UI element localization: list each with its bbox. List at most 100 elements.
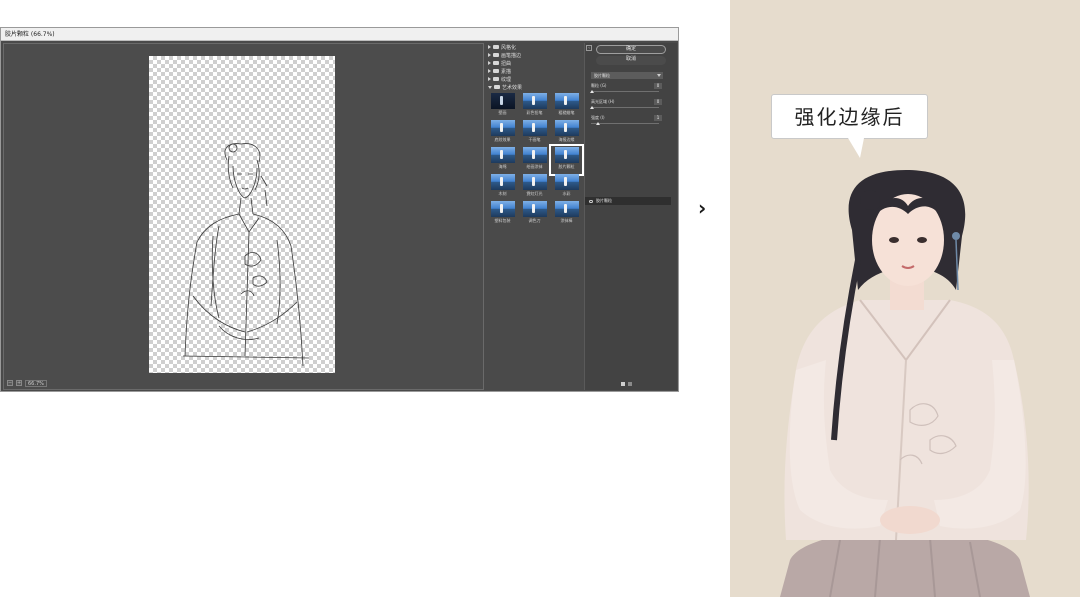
portrait-illustration [780,170,1030,597]
zoom-out-button[interactable]: − [7,380,13,386]
param-slider-track[interactable] [591,91,659,92]
filter-thumb-label: 底纹效果 [494,137,511,142]
window-title: 胶片颗粒 (66.7%) [1,28,678,41]
triangle-right-icon [488,69,491,73]
effect-layer-row[interactable]: 胶片颗粒 [585,197,671,205]
filter-preview-image [554,120,579,136]
filter-preview-image [554,147,579,163]
zoom-controls: − + 66.7% [7,379,47,387]
filter-category[interactable]: 风格化 [486,43,581,51]
filter-preview-image [522,93,547,109]
filter-thumb-label: 涂抹棒 [560,218,573,223]
param-value-input[interactable]: 1 [654,115,662,121]
filter-preview-image [522,147,547,163]
param-value-input[interactable]: 0 [654,83,662,89]
caption-bubble: 强化边缘后 [771,94,928,139]
filter-category[interactable]: 纹理 [486,75,581,83]
filter-category-label: 素描 [501,68,512,75]
preview-area[interactable]: − + 66.7% [3,43,484,390]
filter-category[interactable]: 艺术效果 [486,83,581,91]
filter-thumb[interactable]: 海绵 [488,147,517,173]
filter-thumb[interactable]: 绘画涂抹 [520,147,549,173]
param-value-input[interactable]: 0 [654,99,662,105]
line-sketch-figure [182,143,310,367]
filter-preview-image [522,174,547,190]
filter-preview-image [522,120,547,136]
filter-category-label: 风格化 [501,44,517,51]
filter-preview-image [554,93,579,109]
param-slider-knob[interactable] [590,90,595,93]
filter-thumb[interactable]: 底纹效果 [488,120,517,146]
filter-gallery-window: 胶片颗粒 (66.7%) − + 66.7% 风格化 画笔描边 扭曲 素描 纹理… [0,27,679,392]
caption-bubble-tail [848,138,864,158]
filter-thumb[interactable]: 塑料包装 [488,201,517,227]
filter-category-label: 艺术效果 [502,84,523,91]
folder-icon [493,77,499,81]
filter-thumb[interactable]: 海报边缘 [552,120,581,146]
folder-icon [493,45,499,49]
filter-preview-image [490,201,515,217]
triangle-right-icon [488,61,491,65]
param-slider-knob[interactable] [590,106,595,109]
effect-layer-name: 胶片颗粒 [596,198,612,203]
filter-thumb[interactable]: 木刻 [488,174,517,200]
triangle-right-icon [488,53,491,57]
filter-preview-image [490,174,515,190]
filter-thumb[interactable]: 粗糙蜡笔 [552,93,581,119]
chevron-right-icon: › [698,196,707,220]
delete-effect-layer-icon[interactable] [628,382,632,386]
filter-category-label: 画笔描边 [501,52,522,59]
filter-category-list: 风格化 画笔描边 扭曲 素描 纹理 艺术效果 [486,43,581,91]
filter-thumb-label: 海绵 [498,164,507,169]
filter-thumb[interactable]: 胶片颗粒 [549,144,584,176]
filter-thumb[interactable]: 霓虹灯光 [520,174,549,200]
filter-thumb-label: 木刻 [498,191,507,196]
filter-preview-image [522,201,547,217]
zoom-in-button[interactable]: + [16,380,22,386]
layer-buttons [621,382,632,386]
eye-icon[interactable] [589,199,593,203]
filter-thumb[interactable]: 干画笔 [520,120,549,146]
filter-category-label: 扭曲 [501,60,512,67]
filter-thumb-label: 水彩 [562,191,571,196]
filter-param: 高光区域 (H) 0 [590,99,666,113]
filter-thumbnail-grid: 壁画 彩色铅笔 粗糙蜡笔底纹效果 干画笔 海报边缘海绵 绘画涂抹 胶片颗粒木刻 霓虹灯光 水彩塑… [488,93,584,227]
filter-thumb[interactable]: 涂抹棒 [552,201,581,227]
collapse-toggle-icon[interactable]: ‹ [586,45,592,51]
triangle-right-icon [488,77,491,81]
filter-thumb[interactable]: 调色刀 [520,201,549,227]
folder-icon [493,53,499,57]
filter-select-dropdown[interactable]: 胶片颗粒 [591,72,663,79]
triangle-down-icon [488,85,492,89]
zoom-level[interactable]: 66.7% [25,379,47,387]
param-slider-track[interactable] [591,123,659,124]
folder-icon [493,69,499,73]
folder-icon [494,85,500,89]
ok-button[interactable]: 确定 [596,45,666,54]
chevron-down-icon [657,74,661,77]
filter-category[interactable]: 画笔描边 [486,51,581,59]
filter-thumb-label: 壁画 [498,110,507,115]
new-effect-layer-icon[interactable] [621,382,625,386]
filter-thumb-label: 调色刀 [528,218,541,223]
filter-preview-image [554,201,579,217]
filter-category[interactable]: 素描 [486,67,581,75]
filter-category[interactable]: 扭曲 [486,59,581,67]
cancel-button[interactable]: 取消 [596,56,666,65]
filter-list-panel: 风格化 画笔描边 扭曲 素描 纹理 艺术效果 壁画 彩色铅笔 粗糙蜡笔底纹效果 干画笔 海报边缘海… [486,43,584,390]
filter-settings-panel: ‹ 确定 取消 胶片颗粒 颗粒 (G) 0 高光区域 (H) 0 强度 (I) 1 胶片颗… [584,43,677,390]
preview-canvas [149,56,335,373]
filter-thumb-label: 彩色铅笔 [526,110,543,115]
filter-thumb[interactable]: 水彩 [552,174,581,200]
filter-thumb[interactable]: 彩色铅笔 [520,93,549,119]
filter-preview-image [490,120,515,136]
filter-thumb-label: 霓虹灯光 [526,191,543,196]
filter-thumb-label: 干画笔 [528,137,541,142]
filter-preview-image [490,147,515,163]
filter-category-label: 纹理 [501,76,512,83]
filter-thumb-label: 粗糙蜡笔 [558,110,575,115]
filter-select-value: 胶片颗粒 [594,73,610,78]
param-slider-knob[interactable] [595,122,600,125]
param-slider-track[interactable] [591,107,659,108]
filter-thumb[interactable]: 壁画 [488,93,517,119]
